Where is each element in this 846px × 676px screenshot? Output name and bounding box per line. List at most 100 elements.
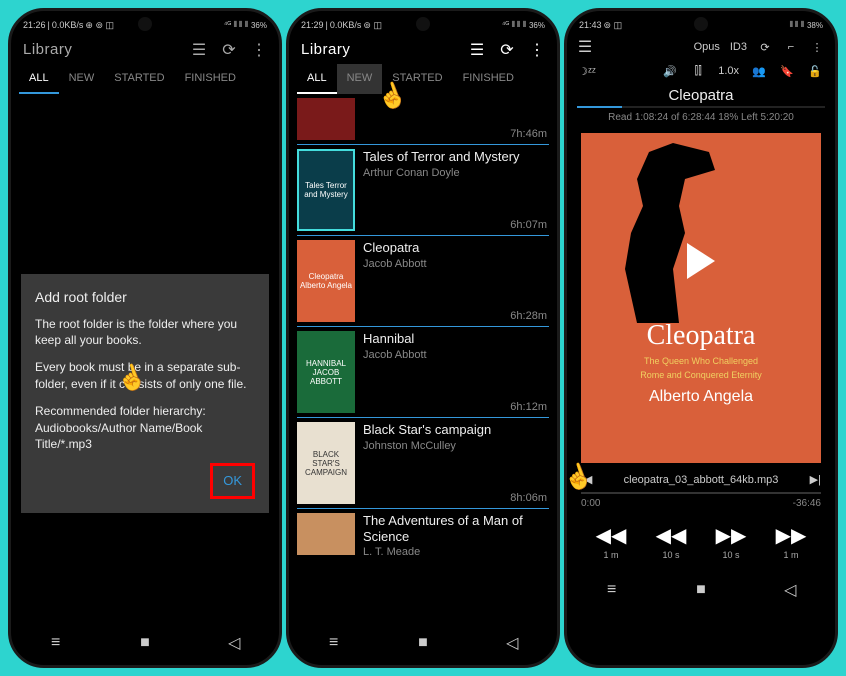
nav-back[interactable]: ◁ (780, 580, 800, 600)
cast-icon[interactable]: ⌐ (783, 39, 799, 55)
nav-bar: ≡ ■ ◁ (567, 572, 835, 612)
nav-back[interactable]: ◁ (502, 633, 522, 653)
bookmark-icon[interactable]: 🔖 (779, 63, 795, 79)
book-author: Jacob Abbott (363, 258, 549, 270)
menu-icon[interactable]: ☰ (577, 39, 593, 55)
volume-icon[interactable]: 🔊 (662, 63, 678, 79)
rotate-icon[interactable]: ⟳ (757, 39, 773, 55)
status-icons: ⊚ ◫ (363, 20, 382, 31)
tabs: ALL NEW STARTED FINISHED (11, 64, 279, 94)
notch (694, 17, 708, 31)
list-icon[interactable]: ☰ (469, 42, 485, 58)
app-title: Library (23, 41, 72, 58)
refresh-icon[interactable]: ⟳ (221, 42, 237, 58)
forward-icon: ▶▶ (776, 523, 807, 548)
cover-subtitle-1: The Queen Who Challenged (644, 356, 758, 366)
tab-all[interactable]: ALL (19, 64, 59, 94)
status-time: 21:43 (579, 20, 602, 30)
cover-art-silhouette (601, 143, 721, 323)
book-author: Johnston McCulley (363, 440, 549, 452)
tab-finished[interactable]: FINISHED (175, 64, 246, 94)
list-item[interactable]: Cleopatra Alberto Angela Cleopatra Jacob… (289, 236, 557, 326)
cover-subtitle-2: Rome and Conquered Eternity (640, 370, 762, 380)
book-title: Hannibal (363, 331, 549, 347)
track-progress-bar[interactable] (581, 492, 821, 494)
elapsed-time: 0:00 (581, 498, 600, 509)
rewind-icon: ◀◀ (596, 523, 627, 548)
opus-label[interactable]: Opus (694, 41, 720, 53)
book-author: Arthur Conan Doyle (363, 167, 549, 179)
people-icon[interactable]: 👥 (751, 63, 767, 79)
status-signal: ⫴ ⫴ ⫴ (789, 20, 804, 30)
forward-1m-button[interactable]: ▶▶ 1 m (776, 523, 807, 560)
dialog-text-2: Every book must be in a separate sub-fol… (35, 359, 255, 393)
book-cover: Cleopatra Alberto Angela (297, 240, 355, 322)
content-area: Add root folder The root folder is the f… (11, 94, 279, 625)
status-time: 21:26 (23, 20, 46, 30)
forward-10s-button[interactable]: ▶▶ 10 s (716, 523, 747, 560)
book-cover: BLACK STAR'S CAMPAIGN (297, 422, 355, 504)
book-cover: HANNIBAL JACOB ABBOTT (297, 331, 355, 413)
more-icon[interactable]: ⋮ (809, 39, 825, 55)
refresh-icon[interactable]: ⟳ (499, 42, 515, 58)
eq-icon[interactable]: ⫿⫿ (690, 63, 706, 79)
tab-new[interactable]: NEW (337, 64, 383, 94)
list-item[interactable]: HANNIBAL JACOB ABBOTT Hannibal Jacob Abb… (289, 327, 557, 417)
player-cover[interactable]: Cleopatra The Queen Who Challenged Rome … (581, 133, 821, 463)
dialog-text-1: The root folder is the folder where you … (35, 316, 255, 350)
prev-track-icon[interactable]: |◀ (581, 473, 592, 486)
book-cover (297, 98, 355, 140)
book-author: Jacob Abbott (363, 349, 549, 361)
nav-menu[interactable]: ≡ (46, 633, 66, 653)
book-author: L. T. Meade (363, 546, 549, 558)
rewind-1m-button[interactable]: ◀◀ 1 m (596, 523, 627, 560)
nav-home[interactable]: ■ (413, 633, 433, 653)
list-item[interactable]: The Adventures of a Man of Science L. T.… (289, 509, 557, 562)
nav-back[interactable]: ◁ (224, 633, 244, 653)
book-duration: 6h:28m (510, 310, 547, 322)
more-icon[interactable]: ⋮ (251, 42, 267, 58)
nav-bar: ≡ ■ ◁ (11, 625, 279, 665)
ok-button[interactable]: OK (213, 466, 252, 496)
status-speed: 0.0KB/s (330, 20, 362, 30)
list-item[interactable]: Tales Terror and Mystery Tales of Terror… (289, 145, 557, 235)
book-duration: 6h:07m (510, 219, 547, 231)
tab-all[interactable]: ALL (297, 64, 337, 94)
nav-home[interactable]: ■ (135, 633, 155, 653)
rewind-icon: ◀◀ (656, 523, 687, 548)
play-icon[interactable] (687, 243, 715, 279)
speed-button[interactable]: 1.0x (718, 65, 739, 77)
id3-label[interactable]: ID3 (730, 41, 747, 53)
tab-finished[interactable]: FINISHED (453, 64, 524, 94)
track-times: 0:00 -36:46 (567, 496, 835, 511)
nav-menu[interactable]: ≡ (324, 633, 344, 653)
tab-new[interactable]: NEW (59, 64, 105, 94)
book-list[interactable]: 7h:46m Tales Terror and Mystery Tales of… (289, 94, 557, 625)
sleep-icon[interactable]: ☽ᶻᶻ (579, 63, 595, 79)
control-label: 1 m (783, 550, 798, 560)
player-header: ☰ Opus ID3 ⟳ ⌐ ⋮ (567, 35, 835, 59)
tab-started[interactable]: STARTED (382, 64, 452, 94)
tab-started[interactable]: STARTED (104, 64, 174, 94)
app-title: Library (301, 41, 350, 58)
more-icon[interactable]: ⋮ (529, 42, 545, 58)
add-root-folder-dialog: Add root folder The root folder is the f… (21, 274, 269, 513)
lock-icon[interactable]: 🔓 (807, 63, 823, 79)
next-track-icon[interactable]: ▶| (810, 473, 821, 486)
player-toolbar: ☽ᶻᶻ 🔊 ⫿⫿ 1.0x 👥 🔖 🔓 (567, 59, 835, 83)
list-item[interactable]: BLACK STAR'S CAMPAIGN Black Star's campa… (289, 418, 557, 508)
nav-home[interactable]: ■ (691, 580, 711, 600)
ok-highlight-box: OK (210, 463, 255, 499)
book-cover: Tales Terror and Mystery (297, 149, 355, 231)
player-book-title: Cleopatra (567, 83, 835, 106)
nav-menu[interactable]: ≡ (602, 580, 622, 600)
control-label: 10 s (662, 550, 679, 560)
list-item[interactable]: 7h:46m (289, 94, 557, 144)
list-icon[interactable]: ☰ (191, 42, 207, 58)
book-progress-bar[interactable] (577, 106, 825, 108)
phone-1: 21:26 | 0.0KB/s ⊕ ⊚ ◫ ⁴ᴳ ⫴ ⫴ ⫴ 36% Libra… (8, 8, 282, 668)
rewind-10s-button[interactable]: ◀◀ 10 s (656, 523, 687, 560)
forward-icon: ▶▶ (716, 523, 747, 548)
book-duration: 8h:06m (510, 492, 547, 504)
app-header: Library ☰ ⟳ ⋮ (289, 35, 557, 64)
